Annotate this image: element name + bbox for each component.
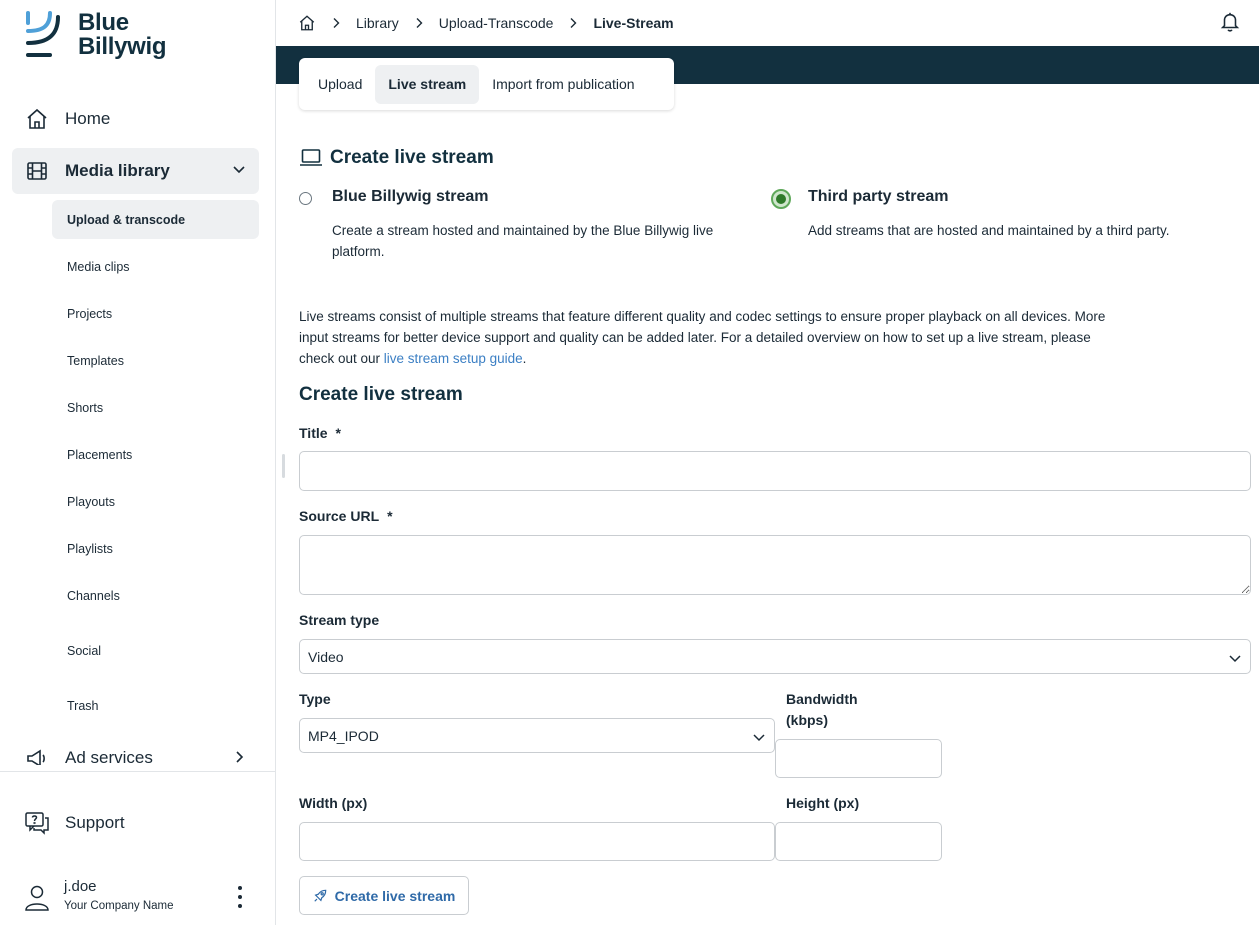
sidebar-divider	[0, 771, 275, 772]
title-label-text: Title	[299, 425, 328, 441]
user-menu-kebab-icon[interactable]	[230, 884, 250, 910]
height-label: Height (px)	[786, 795, 860, 811]
user-name: j.doe	[64, 878, 97, 895]
info-text: Live streams consist of multiple streams…	[299, 306, 1109, 369]
breadcrumb-library[interactable]: Library	[356, 15, 399, 31]
sidebar-subitem-channels[interactable]: Channels	[52, 576, 259, 615]
sidebar-subitem-trash[interactable]: Trash	[52, 686, 259, 725]
home-icon[interactable]	[298, 14, 316, 32]
chevron-right-icon[interactable]	[231, 749, 247, 765]
chevron-right-icon	[413, 17, 425, 29]
width-input[interactable]	[299, 822, 775, 861]
user-company: Your Company Name	[64, 900, 174, 912]
sidebar-subitem-shorts[interactable]: Shorts	[52, 388, 259, 427]
sidebar-subitem-playouts[interactable]: Playouts	[52, 482, 259, 521]
laptop-icon	[299, 148, 323, 168]
stream-type-value: Video	[308, 648, 344, 665]
stream-type-label: Stream type	[299, 612, 380, 628]
bandwidth-label: Bandwidth (kbps)	[786, 691, 858, 728]
tab-import-from-publication[interactable]: Import from publication	[479, 65, 647, 104]
home-icon	[24, 106, 50, 132]
section-title: Create live stream	[299, 147, 494, 169]
title-input[interactable]	[299, 451, 1251, 491]
logo-line-1: Blue	[78, 9, 129, 36]
option-title-bb: Blue Billywig stream	[332, 188, 489, 205]
sidebar: Blue Billywig Home Media library Upload …	[0, 0, 276, 925]
source-url-label: Source URL *	[299, 506, 393, 527]
logo-line-2: Billywig	[78, 33, 167, 60]
sidebar-item-label: Ad services	[65, 748, 153, 765]
upload-tabs: Upload Live stream Import from publicati…	[299, 58, 674, 110]
sidebar-item-label: Media library	[65, 161, 170, 180]
bandwidth-input[interactable]	[775, 739, 942, 778]
setup-guide-link[interactable]: live stream setup guide	[384, 351, 523, 366]
support-chat-icon	[24, 810, 50, 836]
sidebar-resize-handle[interactable]	[282, 454, 285, 478]
bell-icon[interactable]	[1219, 11, 1241, 38]
sidebar-subitem-upload-transcode[interactable]: Upload & transcode	[52, 200, 259, 239]
film-icon	[24, 158, 50, 184]
megaphone-icon	[24, 745, 50, 765]
sidebar-item-label: Support	[65, 813, 125, 832]
sidebar-item-media-library[interactable]: Media library	[12, 148, 259, 194]
rocket-icon	[313, 889, 327, 903]
sidebar-item-label: Home	[65, 109, 111, 128]
type-select[interactable]: MP4_IPOD	[299, 718, 775, 753]
option-desc-third: Add streams that are hosted and maintain…	[808, 223, 1170, 238]
logo-mark-icon	[26, 11, 60, 57]
radio-third-party-stream[interactable]	[771, 189, 791, 209]
stream-type-select[interactable]: Video	[299, 639, 1251, 674]
sidebar-item-ad-services[interactable]: Ad services	[12, 735, 259, 765]
chevron-right-icon	[330, 17, 342, 29]
required-mark: *	[335, 425, 341, 441]
chevron-down-icon	[752, 730, 766, 744]
breadcrumb: Library Upload-Transcode Live-Stream	[298, 12, 674, 34]
title-label: Title *	[299, 423, 341, 444]
chevron-down-icon[interactable]	[231, 161, 247, 182]
sidebar-subitem-templates[interactable]: Templates	[52, 341, 259, 380]
required-mark: *	[387, 508, 393, 524]
chevron-right-icon	[567, 17, 579, 29]
height-input[interactable]	[775, 822, 942, 861]
radio-blue-billywig-stream[interactable]	[299, 192, 312, 205]
section-title-text: Create live stream	[330, 147, 494, 168]
option-desc-bb: Create a stream hosted and maintained by…	[332, 223, 714, 259]
logo[interactable]: Blue Billywig	[24, 11, 204, 65]
breadcrumb-current: Live-Stream	[593, 15, 674, 31]
breadcrumb-upload-transcode[interactable]: Upload-Transcode	[439, 15, 554, 31]
chevron-down-icon	[1228, 651, 1242, 665]
sidebar-subitem-media-clips[interactable]: Media clips	[52, 247, 259, 286]
user-avatar-icon	[24, 883, 50, 916]
type-label: Type	[299, 691, 331, 707]
tab-live-stream[interactable]: Live stream	[375, 64, 480, 104]
type-value: MP4_IPOD	[308, 727, 379, 744]
create-live-stream-label: Create live stream	[334, 887, 456, 904]
width-label: Width (px)	[299, 795, 368, 811]
sidebar-subitem-placements[interactable]: Placements	[52, 435, 259, 474]
info-suffix: .	[522, 351, 527, 366]
option-title-third: Third party stream	[808, 188, 949, 205]
form-title: Create live stream	[299, 384, 463, 405]
source-url-textarea[interactable]	[299, 535, 1251, 595]
sidebar-scroll-clip: Ad services	[0, 735, 275, 765]
create-live-stream-button[interactable]: Create live stream	[299, 876, 469, 915]
source-url-label-text: Source URL	[299, 508, 380, 524]
sidebar-item-home[interactable]: Home	[12, 96, 259, 142]
sidebar-item-support[interactable]: Support	[12, 800, 259, 846]
sidebar-subitem-playlists[interactable]: Playlists	[52, 529, 259, 568]
sidebar-subitem-social[interactable]: Social	[52, 631, 259, 670]
logo-text: Blue Billywig	[78, 9, 167, 60]
tab-upload[interactable]: Upload	[305, 65, 375, 104]
sidebar-subitem-projects[interactable]: Projects	[52, 294, 259, 333]
topbar: Library Upload-Transcode Live-Stream	[276, 0, 1259, 46]
